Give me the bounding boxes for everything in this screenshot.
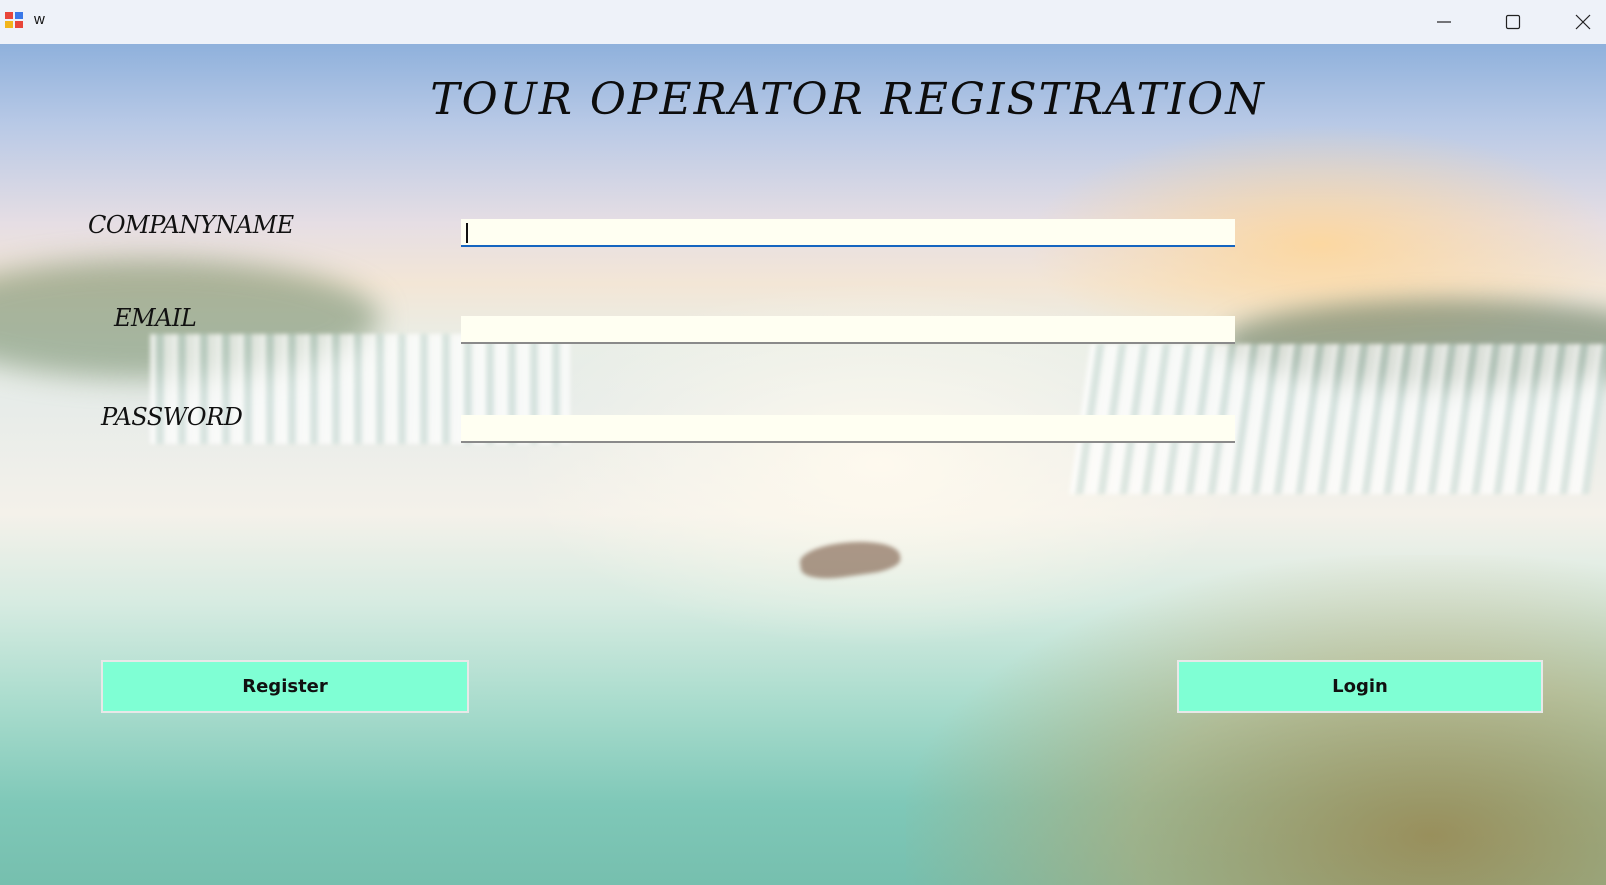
password-label: PASSWORD [101,403,243,431]
app-icon[interactable] [5,12,25,30]
email-field[interactable] [461,316,1235,344]
title-bar: w [0,0,1606,44]
text-cursor [466,223,468,243]
email-label: EMAIL [114,304,197,332]
form-client-area: TOUR OPERATOR REGISTRATION COMPANYNAME E… [0,44,1606,885]
companyname-label: COMPANYNAME [88,211,294,239]
companyname-field[interactable] [461,219,1235,247]
minimize-button[interactable] [1414,0,1474,44]
close-icon [1575,14,1591,30]
background-scenery [798,535,902,583]
maximize-button[interactable] [1483,0,1543,44]
login-button[interactable]: Login [1177,660,1543,713]
window-title: w [34,11,45,28]
background-scenery [906,555,1606,885]
password-field[interactable] [461,415,1235,443]
maximize-icon [1505,14,1521,30]
page-title: TOUR OPERATOR REGISTRATION [430,74,1266,125]
register-button[interactable]: Register [101,660,469,713]
minimize-icon [1437,21,1451,23]
close-button[interactable] [1553,0,1606,44]
